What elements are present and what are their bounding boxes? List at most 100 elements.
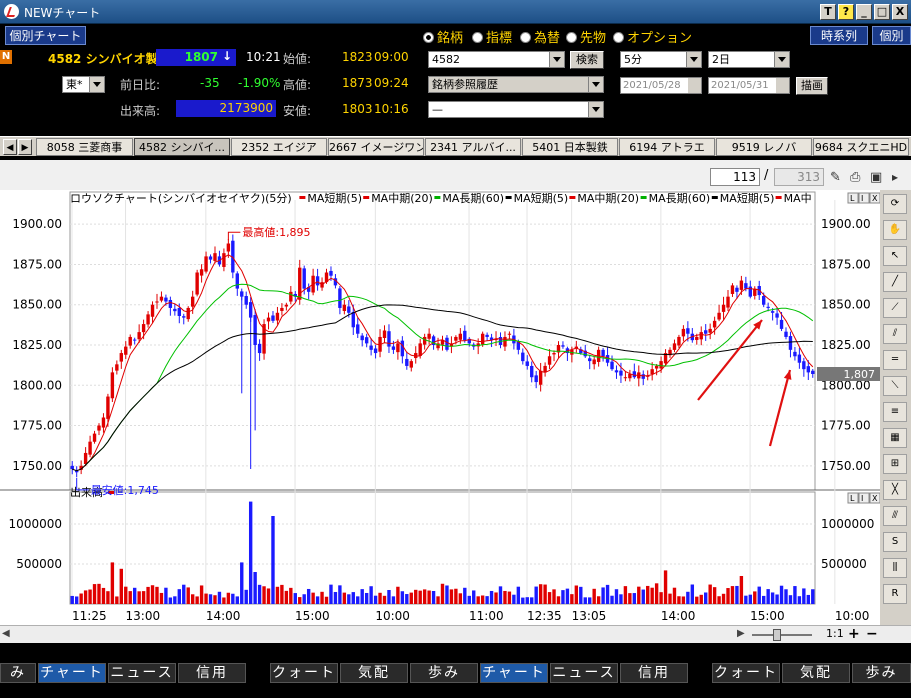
scroll-right-icon[interactable]: ▶ [737,628,745,639]
search-button[interactable]: 検索 [570,51,604,69]
pointer-tool-icon[interactable]: ↖ [883,246,907,266]
candle-body [538,370,543,385]
volume-bar [275,586,280,604]
date-from-input[interactable]: 2021/05/28 [620,77,702,94]
trendline-tool-icon[interactable]: ╱ [883,272,907,292]
bottom-tab-news-left[interactable]: ニュース [108,663,176,683]
fan-tool-icon[interactable]: ⟋ [883,298,907,318]
s-tool-icon[interactable]: S [883,532,907,552]
blank-select[interactable]: — [428,101,604,118]
tab-stock-8058[interactable]: 8058 三菱商事 [36,138,133,156]
tab-stock-2667[interactable]: 2667 イメージワン [328,138,424,156]
channel-tool-icon[interactable]: ⫽ [883,324,907,344]
rotate-tool-icon[interactable]: ⟳ [883,194,907,214]
page-current-input[interactable]: 113 [710,168,760,186]
radio-stock[interactable]: 銘柄 [423,27,463,46]
zoom-slider-track [752,634,812,636]
radio-forex[interactable]: 為替 [520,27,560,46]
tab-stock-5401[interactable]: 5401 日本製鉄 [522,138,618,156]
candle-body [284,304,289,307]
volume-bar [342,592,347,604]
bottom-tab-credit-left[interactable]: 信用 [178,663,246,683]
tab-stock-2341[interactable]: 2341 アルバイ... [425,138,521,156]
bottom-tab-walk-right[interactable]: 歩み [852,663,911,683]
volume-bar [463,587,467,604]
draw-button[interactable]: 描画 [796,77,828,95]
help-button[interactable]: ? [838,4,854,20]
volume-label: 出来高: [120,104,161,118]
y-tick-label-right: 1875.00 [821,257,871,271]
date-to-input[interactable]: 2021/05/31 [708,77,790,94]
window-t-button[interactable]: T [820,4,836,20]
save-icon[interactable]: ▣ [870,170,882,185]
volume-bar [588,597,592,604]
zoom-in-icon[interactable]: + [848,626,860,642]
tab-stock-6194[interactable]: 6194 アトラエ [619,138,715,156]
zoom-slider-thumb[interactable] [773,629,781,641]
hline-tool-icon[interactable]: ═ [883,350,907,370]
tab-prev-button[interactable]: ◀ [3,139,17,155]
ray-tool-icon[interactable]: ⟍ [883,376,907,396]
tab-stock-2352[interactable]: 2352 エイジア [231,138,327,156]
candle-body [632,371,637,378]
volume-bar [690,584,695,604]
scroll-left-icon[interactable]: ◀ [2,628,10,639]
horizontal-scrollbar[interactable]: ◀ ▶ 1:1 + − [0,625,911,643]
menu-icon[interactable]: ▸ [892,170,898,184]
maximize-button[interactable]: □ [874,4,890,20]
bottom-tab-board-right[interactable]: 気配 [782,663,850,683]
code-input[interactable]: 4582 [428,51,565,68]
cross-tool-icon[interactable]: ╳ [883,480,907,500]
minimize-button[interactable]: _ [856,4,872,20]
open-label: 始値: [283,52,312,66]
hand-tool-icon[interactable]: ✋ [883,220,907,240]
interval-select[interactable]: 5分 [620,51,702,68]
individual-button[interactable]: 個別 [872,26,911,45]
volume-bar [356,596,360,604]
tab-stock-9684[interactable]: 9684 スクエニHD [813,138,909,156]
candle-body [351,311,355,328]
period-select[interactable]: 2日 [708,51,790,68]
candle-body [418,343,422,356]
history-select[interactable]: 銘柄参照履歴 [428,76,604,93]
add-tool-icon[interactable]: ⊞ [883,454,907,474]
volume-bar [467,595,471,604]
tab-next-button[interactable]: ▶ [18,139,32,155]
bottom-tab-news-mid[interactable]: ニュース [550,663,618,683]
y-tick-label-left: 1800.00 [12,378,62,392]
chart-svg[interactable]: 1900.00 1900.00 1875.00 1875.00 1850.00 1850.… [0,190,881,625]
fib-tool-icon[interactable]: ≡ [883,402,907,422]
ma-short-line [76,254,814,472]
wrench-icon[interactable]: ✎ [830,170,841,185]
bottom-tab-quote-mid[interactable]: クォート [270,663,338,683]
bottom-tab-chart-left[interactable]: チャート [38,663,106,683]
bottom-tab-quote-right[interactable]: クォート [712,663,780,683]
r-tool-icon[interactable]: R [883,584,907,604]
tab-stock-9519[interactable]: 9519 レノバ [716,138,812,156]
pane-button-text: X [872,194,878,203]
print-icon[interactable]: ⎙ [850,170,860,185]
parallel-tool-icon[interactable]: ⫻ [883,506,907,526]
timeseries-button[interactable]: 時系列 [810,26,868,45]
candle-body [190,296,195,307]
legend-entry: MA中期(20) [577,192,639,205]
bottom-tab-board-mid[interactable]: 気配 [340,663,408,683]
close-button[interactable]: X [892,4,908,20]
radio-futures[interactable]: 先物 [566,27,606,46]
bottom-tab-chart-mid[interactable]: チャート [480,663,548,683]
multi-line-tool-icon[interactable]: ⫼ [883,558,907,578]
zoom-out-icon[interactable]: − [866,626,878,642]
low-time: 10:16 [374,102,409,116]
tab-stock-4582[interactable]: 4582 シンバイ... [134,138,230,156]
candle-body [387,331,391,347]
bottom-tab-walk-left[interactable]: み [0,663,36,683]
bottom-tab-credit-mid[interactable]: 信用 [620,663,688,683]
exchange-select[interactable]: 東* [62,76,105,93]
radio-options[interactable]: オプション [613,27,692,46]
radio-indicator[interactable]: 指標 [472,27,512,46]
volume-bar [570,594,574,604]
grid-tool-icon[interactable]: ▦ [883,428,907,448]
individual-chart-button[interactable]: 個別チャート [5,26,86,45]
volume-bar [695,596,699,604]
bottom-tab-walk-mid[interactable]: 歩み [410,663,478,683]
